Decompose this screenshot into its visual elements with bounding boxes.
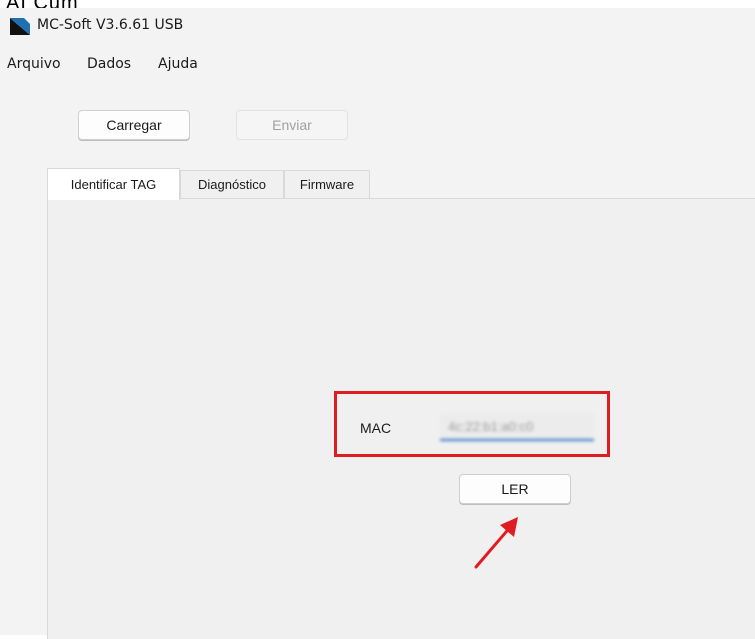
tab-diagnostico[interactable]: Diagnóstico (180, 170, 284, 198)
tab-identificar-tag[interactable]: Identificar TAG (47, 168, 180, 200)
menu-bar: Arquivo Dados Ajuda (0, 42, 755, 86)
red-arrow-annotation (474, 517, 518, 569)
tab-firmware[interactable]: Firmware (284, 170, 370, 198)
identificar-tag-panel: MAC LER (47, 198, 755, 639)
ler-button[interactable]: LER (459, 474, 571, 504)
menu-arquivo[interactable]: Arquivo (7, 56, 61, 72)
menu-ajuda[interactable]: Ajuda (158, 56, 198, 72)
app-logo-icon (10, 18, 30, 35)
title-bar: MC-Soft V3.6.61 USB (0, 8, 755, 42)
carregar-button[interactable]: Carregar (78, 110, 190, 140)
mac-input[interactable] (440, 413, 594, 441)
menu-dados[interactable]: Dados (87, 56, 131, 72)
window-title: MC-Soft V3.6.61 USB (37, 17, 184, 33)
mac-label: MAC (360, 420, 392, 436)
enviar-button: Enviar (236, 110, 348, 140)
main-client-area: Carregar Enviar Identificar TAG Diagnóst… (0, 86, 755, 639)
